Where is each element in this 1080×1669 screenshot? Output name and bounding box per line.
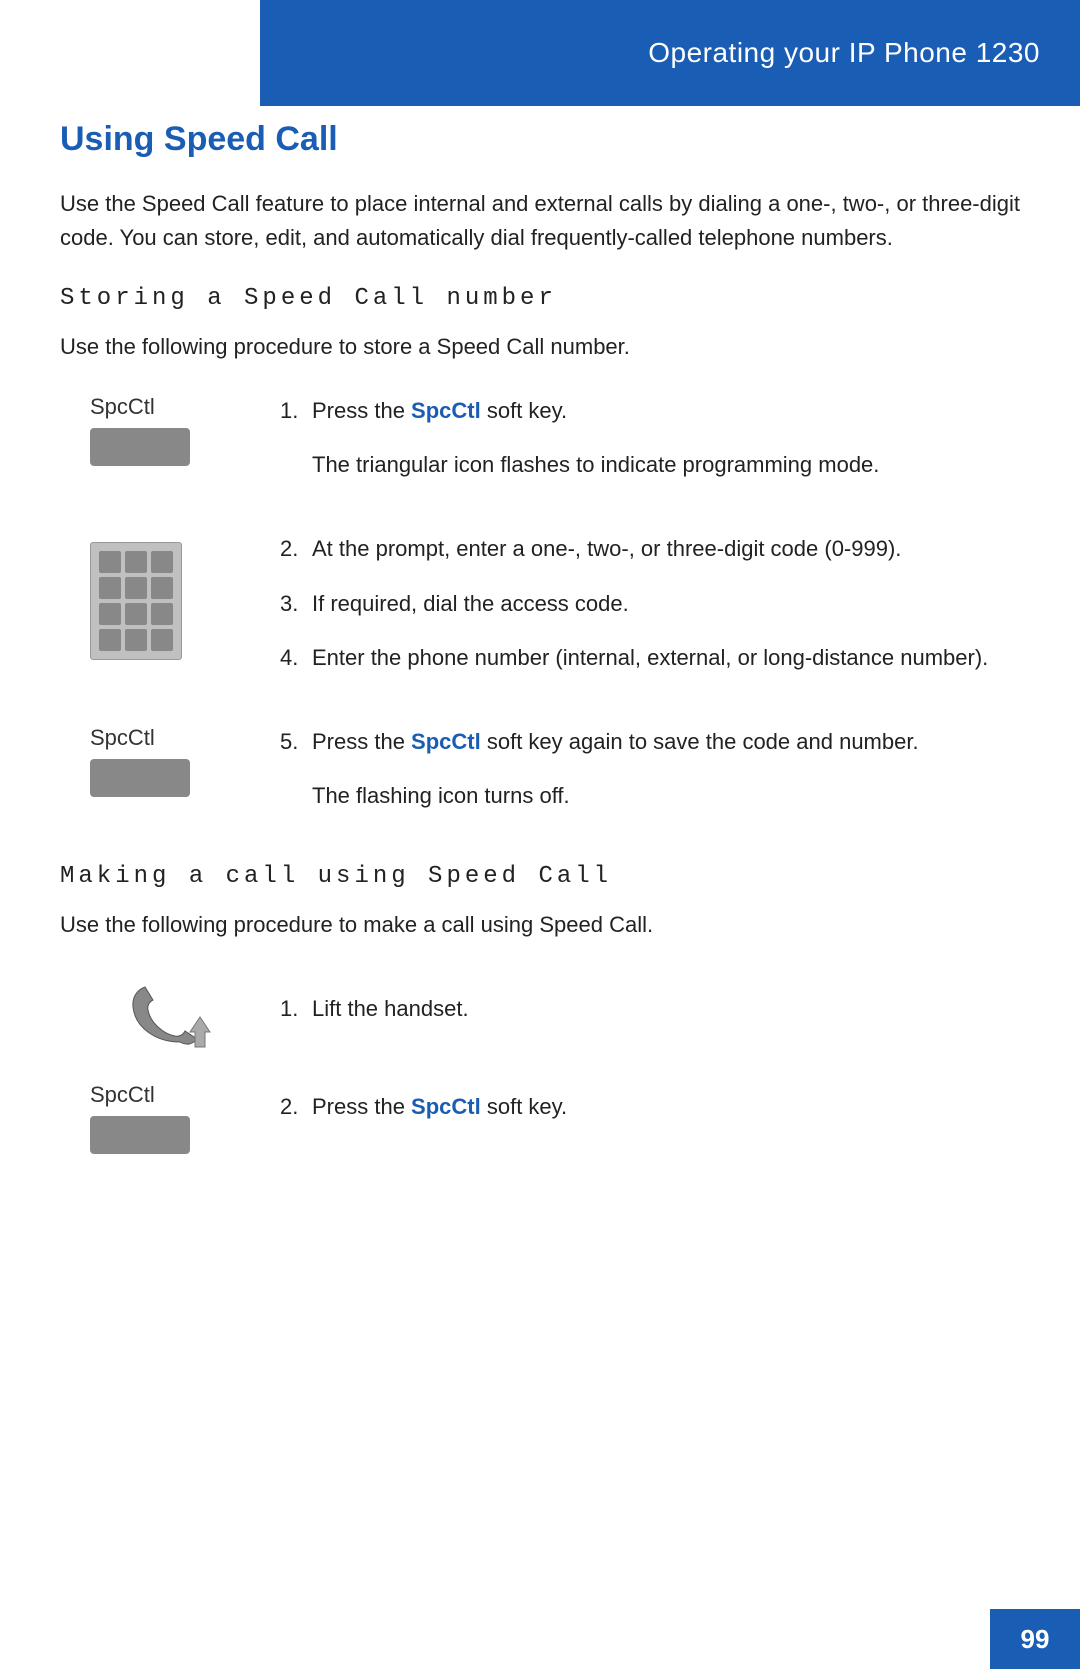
subsection2-title: Making a call using Speed Call bbox=[60, 863, 1020, 890]
step5-subnote: The flashing icon turns off. bbox=[312, 779, 1020, 813]
callstep1-number: 1. bbox=[280, 992, 312, 1026]
handset-icon bbox=[125, 972, 235, 1052]
step5-icon-label: SpcCtl bbox=[90, 725, 155, 751]
keypad-icon bbox=[90, 542, 182, 660]
step1-block: SpcCtl 1. Press the SpcCtl soft key. The… bbox=[60, 394, 1020, 502]
callstep1-item: 1. Lift the handset. bbox=[280, 992, 1020, 1026]
callstep2-steps-col: 2. Press the SpcCtl soft key. bbox=[280, 1082, 1020, 1154]
callstep2-softkey-icon bbox=[90, 1116, 190, 1154]
step1-icon-col: SpcCtl bbox=[60, 394, 280, 502]
step2-text: At the prompt, enter a one-, two-, or th… bbox=[312, 532, 1020, 566]
callstep2-text: Press the SpcCtl soft key. bbox=[312, 1090, 1020, 1124]
header-bar: Operating your IP Phone 1230 bbox=[260, 0, 1080, 106]
step4-text: Enter the phone number (internal, extern… bbox=[312, 641, 1020, 675]
step5-block: SpcCtl 5. Press the SpcCtl soft key agai… bbox=[60, 725, 1020, 833]
step5-softkey-icon bbox=[90, 759, 190, 797]
steps234-block: 2. At the prompt, enter a one-, two-, or… bbox=[60, 532, 1020, 694]
step3-text: If required, dial the access code. bbox=[312, 587, 1020, 621]
main-content: Using Speed Call Use the Speed Call feat… bbox=[60, 120, 1020, 1589]
step1-subnote: The triangular icon flashes to indicate … bbox=[312, 448, 1020, 482]
step5-item: 5. Press the SpcCtl soft key again to sa… bbox=[280, 725, 1020, 759]
section-intro: Use the Speed Call feature to place inte… bbox=[60, 187, 1020, 255]
step2-item: 2. At the prompt, enter a one-, two-, or… bbox=[280, 532, 1020, 566]
callstep1-icon-col bbox=[60, 972, 280, 1052]
step1-icon-label: SpcCtl bbox=[90, 394, 155, 420]
step5-text: Press the SpcCtl soft key again to save … bbox=[312, 725, 1020, 759]
step3-number: 3. bbox=[280, 587, 312, 621]
step5-steps-col: 5. Press the SpcCtl soft key again to sa… bbox=[280, 725, 1020, 833]
callstep1-block: 1. Lift the handset. bbox=[60, 972, 1020, 1052]
steps234-icon-col bbox=[60, 532, 280, 694]
callstep2-icon-col: SpcCtl bbox=[60, 1082, 280, 1154]
subsection2-intro: Use the following procedure to make a ca… bbox=[60, 908, 1020, 942]
callstep1-steps-col: 1. Lift the handset. bbox=[280, 972, 1020, 1052]
step1-text: Press the SpcCtl soft key. bbox=[312, 394, 1020, 428]
step5-icon-col: SpcCtl bbox=[60, 725, 280, 833]
step5-number: 5. bbox=[280, 725, 312, 759]
section-title: Using Speed Call bbox=[60, 120, 1020, 159]
callstep2-number: 2. bbox=[280, 1090, 312, 1124]
footer-page-number: 99 bbox=[990, 1609, 1080, 1669]
callstep1-text: Lift the handset. bbox=[312, 992, 1020, 1026]
step1-number: 1. bbox=[280, 394, 312, 428]
step1-item: 1. Press the SpcCtl soft key. bbox=[280, 394, 1020, 428]
header-title: Operating your IP Phone 1230 bbox=[648, 37, 1040, 69]
steps234-steps-col: 2. At the prompt, enter a one-, two-, or… bbox=[280, 532, 1020, 694]
step4-number: 4. bbox=[280, 641, 312, 675]
subsection1-title: Storing a Speed Call number bbox=[60, 285, 1020, 312]
callstep2-bold: SpcCtl bbox=[411, 1094, 481, 1119]
subsection1-intro: Use the following procedure to store a S… bbox=[60, 330, 1020, 364]
step5-bold: SpcCtl bbox=[411, 729, 481, 754]
header-title-bold: 1230 bbox=[976, 37, 1040, 68]
callstep2-icon-label: SpcCtl bbox=[90, 1082, 155, 1108]
step1-steps-col: 1. Press the SpcCtl soft key. The triang… bbox=[280, 394, 1020, 502]
step1-softkey-icon bbox=[90, 428, 190, 466]
header-title-plain: Operating your IP Phone bbox=[648, 37, 975, 68]
step3-item: 3. If required, dial the access code. bbox=[280, 587, 1020, 621]
callstep2-block: SpcCtl 2. Press the SpcCtl soft key. bbox=[60, 1082, 1020, 1154]
step4-item: 4. Enter the phone number (internal, ext… bbox=[280, 641, 1020, 675]
step2-number: 2. bbox=[280, 532, 312, 566]
callstep2-item: 2. Press the SpcCtl soft key. bbox=[280, 1090, 1020, 1124]
step1-bold: SpcCtl bbox=[411, 398, 481, 423]
